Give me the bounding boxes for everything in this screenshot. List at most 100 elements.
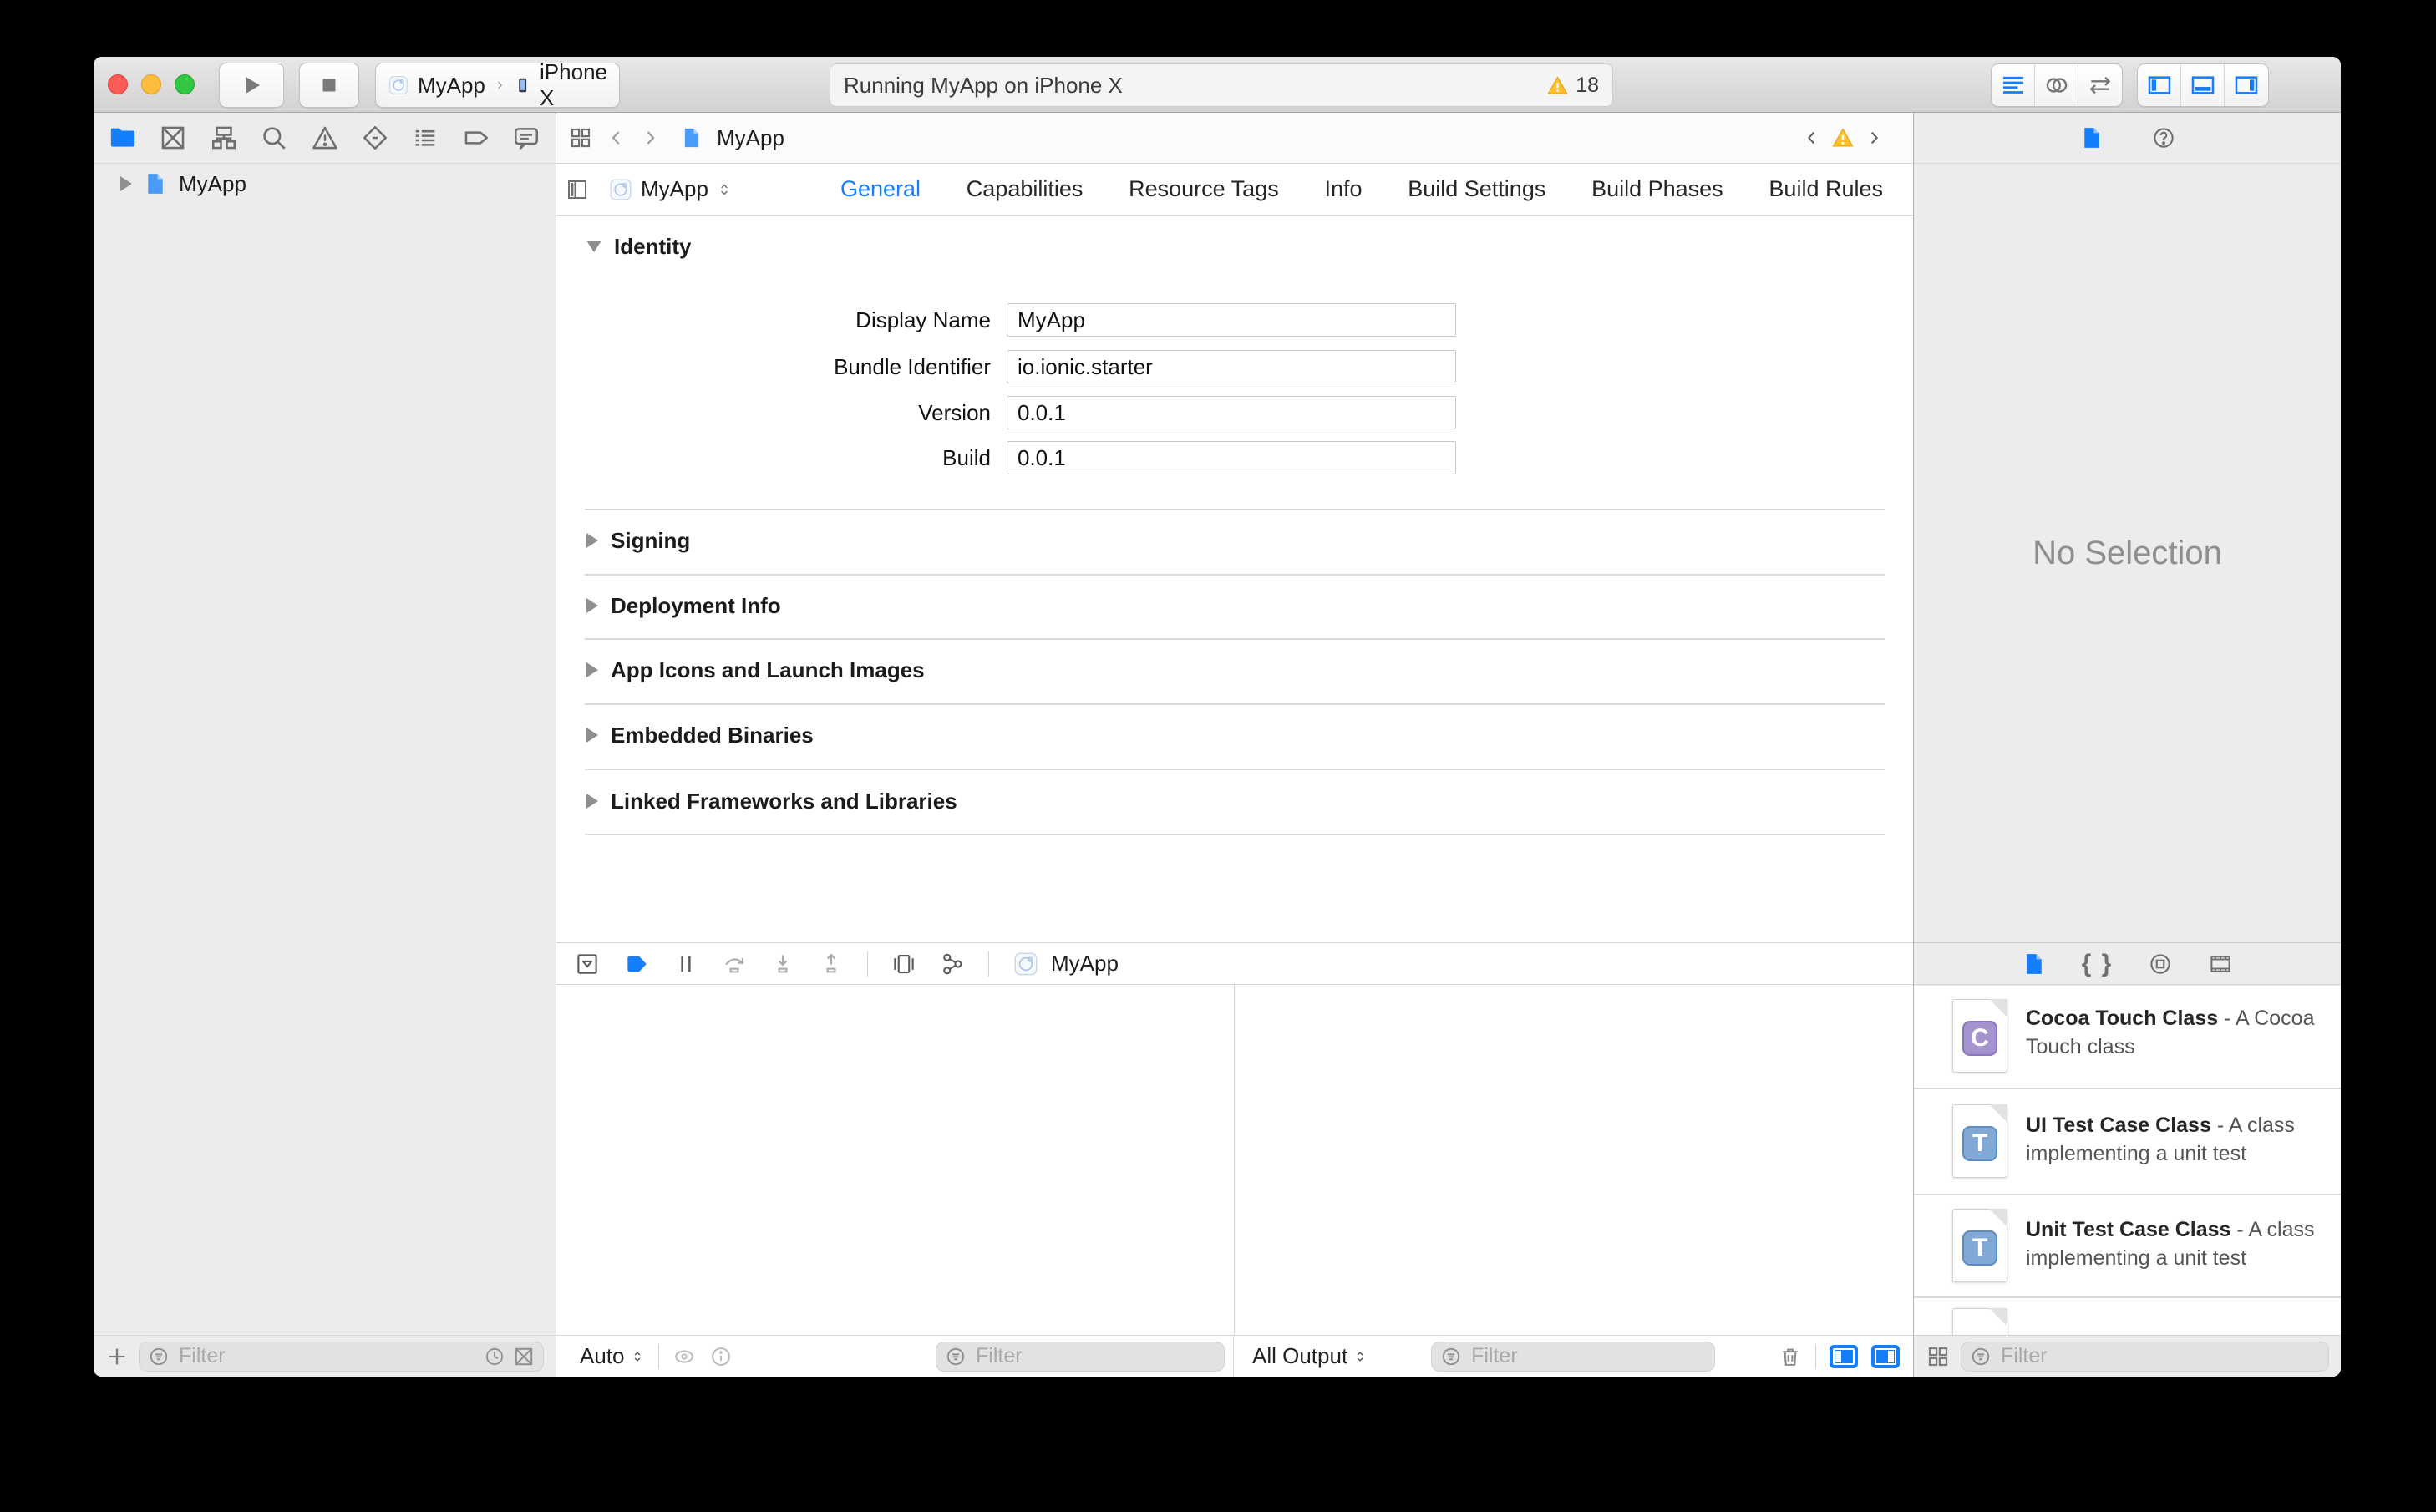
symbol-navigator-icon[interactable] — [210, 124, 238, 152]
report-navigator-icon[interactable] — [512, 124, 540, 152]
target-selector[interactable]: MyApp — [608, 176, 733, 202]
library-filter-field[interactable] — [1961, 1341, 2329, 1372]
disclosure-triangle[interactable] — [586, 533, 598, 548]
previous-issue-icon[interactable] — [1803, 129, 1821, 147]
debug-navigator-icon[interactable] — [411, 124, 439, 152]
editor-sidebar-toggle-icon[interactable] — [565, 177, 590, 202]
build-field[interactable] — [1007, 441, 1456, 474]
console-view[interactable] — [1235, 985, 1913, 1335]
tab-build-rules[interactable]: Build Rules — [1769, 176, 1883, 202]
deployment-info-section-header[interactable]: Deployment Info — [586, 593, 781, 618]
breakpoints-toggle-icon[interactable] — [623, 951, 650, 977]
navigator-panel: MyApp — [94, 113, 556, 1377]
tab-capabilities[interactable]: Capabilities — [967, 176, 1084, 202]
find-navigator-icon[interactable] — [260, 124, 288, 152]
display-name-field[interactable] — [1007, 303, 1456, 337]
forward-icon[interactable] — [640, 128, 660, 148]
navigator-filter-input[interactable] — [177, 1343, 476, 1369]
version-field[interactable] — [1007, 396, 1456, 429]
memory-graph-icon[interactable] — [940, 951, 965, 977]
variables-pane-toggle[interactable] — [1830, 1344, 1859, 1368]
library-item-partial[interactable] — [1914, 1298, 2341, 1335]
object-library-icon[interactable] — [2148, 951, 2173, 977]
disclosure-triangle[interactable] — [586, 728, 598, 743]
toggle-navigator-button[interactable] — [2138, 64, 2181, 106]
console-scope-selector[interactable]: All Output — [1252, 1343, 1368, 1369]
tab-build-settings[interactable]: Build Settings — [1408, 176, 1545, 202]
issue-navigator-icon[interactable] — [311, 124, 339, 152]
identity-section-header[interactable]: Identity — [586, 234, 691, 259]
test-navigator-icon[interactable] — [361, 124, 389, 152]
standard-editor-button[interactable] — [1992, 64, 2035, 106]
bundle-identifier-field[interactable] — [1007, 350, 1456, 383]
recents-clock-icon[interactable] — [484, 1346, 505, 1367]
filter-icon — [1970, 1346, 1992, 1367]
library-filter-input[interactable] — [1999, 1343, 2320, 1369]
variables-filter-field[interactable] — [936, 1341, 1225, 1372]
disclosure-triangle[interactable] — [586, 794, 598, 809]
quicklook-eye-icon[interactable] — [672, 1345, 696, 1368]
disclosure-triangle[interactable] — [120, 176, 132, 191]
step-into-icon[interactable] — [770, 951, 795, 977]
pause-icon[interactable] — [673, 951, 698, 977]
variables-view[interactable] — [556, 985, 1234, 1335]
variables-filter-input[interactable] — [974, 1343, 1215, 1369]
library-item[interactable]: T UI Test Case Class - A class implement… — [1914, 1089, 2341, 1194]
source-control-status-icon[interactable] — [513, 1346, 535, 1367]
grid-view-icon[interactable] — [1926, 1344, 1951, 1369]
tab-build-phases[interactable]: Build Phases — [1591, 176, 1723, 202]
related-items-icon[interactable] — [568, 125, 593, 150]
tab-general[interactable]: General — [840, 176, 921, 202]
stop-button[interactable] — [299, 63, 359, 108]
app-icons-section-header[interactable]: App Icons and Launch Images — [586, 657, 925, 682]
scheme-selector[interactable]: MyApp iPhone X — [375, 59, 620, 110]
project-row[interactable]: MyApp — [94, 164, 556, 204]
file-templates-icon[interactable] — [2022, 951, 2047, 977]
tab-info[interactable]: Info — [1324, 176, 1362, 202]
zoom-button[interactable] — [175, 74, 195, 94]
library-item[interactable]: C Cocoa Touch Class - A Cocoa Touch clas… — [1914, 986, 2341, 1088]
signing-section-header[interactable]: Signing — [586, 528, 690, 553]
toggle-debug-area-button[interactable] — [2181, 64, 2225, 106]
project-navigator-icon[interactable] — [109, 124, 137, 152]
step-over-icon[interactable] — [722, 951, 747, 977]
assistant-editor-button[interactable] — [2035, 64, 2078, 106]
library-item[interactable]: T Unit Test Case Class - A class impleme… — [1914, 1195, 2341, 1296]
version-editor-button[interactable] — [2078, 64, 2122, 106]
view-debugger-icon[interactable] — [891, 951, 916, 977]
code-snippets-icon[interactable]: { } — [2082, 950, 2114, 978]
console-filter-field[interactable] — [1431, 1341, 1716, 1372]
console-pane-toggle[interactable] — [1871, 1344, 1901, 1368]
filter-icon — [1440, 1346, 1462, 1367]
back-icon[interactable] — [606, 128, 627, 148]
minimize-button[interactable] — [141, 74, 161, 94]
quick-help-icon[interactable] — [2151, 125, 2176, 150]
add-button[interactable] — [105, 1345, 129, 1368]
file-inspector-icon[interactable] — [2079, 125, 2104, 150]
breadcrumb-item[interactable]: MyApp — [717, 125, 784, 151]
tab-resource-tags[interactable]: Resource Tags — [1129, 176, 1279, 202]
hide-debug-area-icon[interactable] — [575, 951, 600, 977]
toggle-inspectors-button[interactable] — [2225, 64, 2268, 106]
run-button[interactable] — [219, 63, 284, 108]
print-description-icon[interactable] — [709, 1345, 733, 1368]
close-button[interactable] — [108, 74, 128, 94]
linked-frameworks-section-header[interactable]: Linked Frameworks and Libraries — [586, 789, 957, 814]
disclosure-triangle[interactable] — [586, 662, 598, 677]
warning-count-group[interactable]: 18 — [1546, 74, 1599, 98]
navigator-filter-field[interactable] — [139, 1341, 544, 1372]
step-out-icon[interactable] — [819, 951, 844, 977]
activity-status-bar[interactable]: Running MyApp on iPhone X 18 — [830, 63, 1613, 107]
issue-warning-icon[interactable] — [1831, 126, 1855, 150]
source-control-navigator-icon[interactable] — [159, 124, 187, 152]
debug-target-label[interactable]: MyApp — [1051, 951, 1119, 977]
clear-console-trash-icon[interactable] — [1779, 1345, 1802, 1368]
disclosure-triangle[interactable] — [586, 241, 601, 252]
media-library-icon[interactable] — [2208, 951, 2233, 977]
next-issue-icon[interactable] — [1865, 129, 1883, 147]
disclosure-triangle[interactable] — [586, 598, 598, 613]
embedded-binaries-section-header[interactable]: Embedded Binaries — [586, 723, 814, 748]
console-filter-input[interactable] — [1469, 1343, 1707, 1369]
breakpoint-navigator-icon[interactable] — [462, 124, 490, 152]
variables-scope-selector[interactable]: Auto — [580, 1343, 645, 1369]
